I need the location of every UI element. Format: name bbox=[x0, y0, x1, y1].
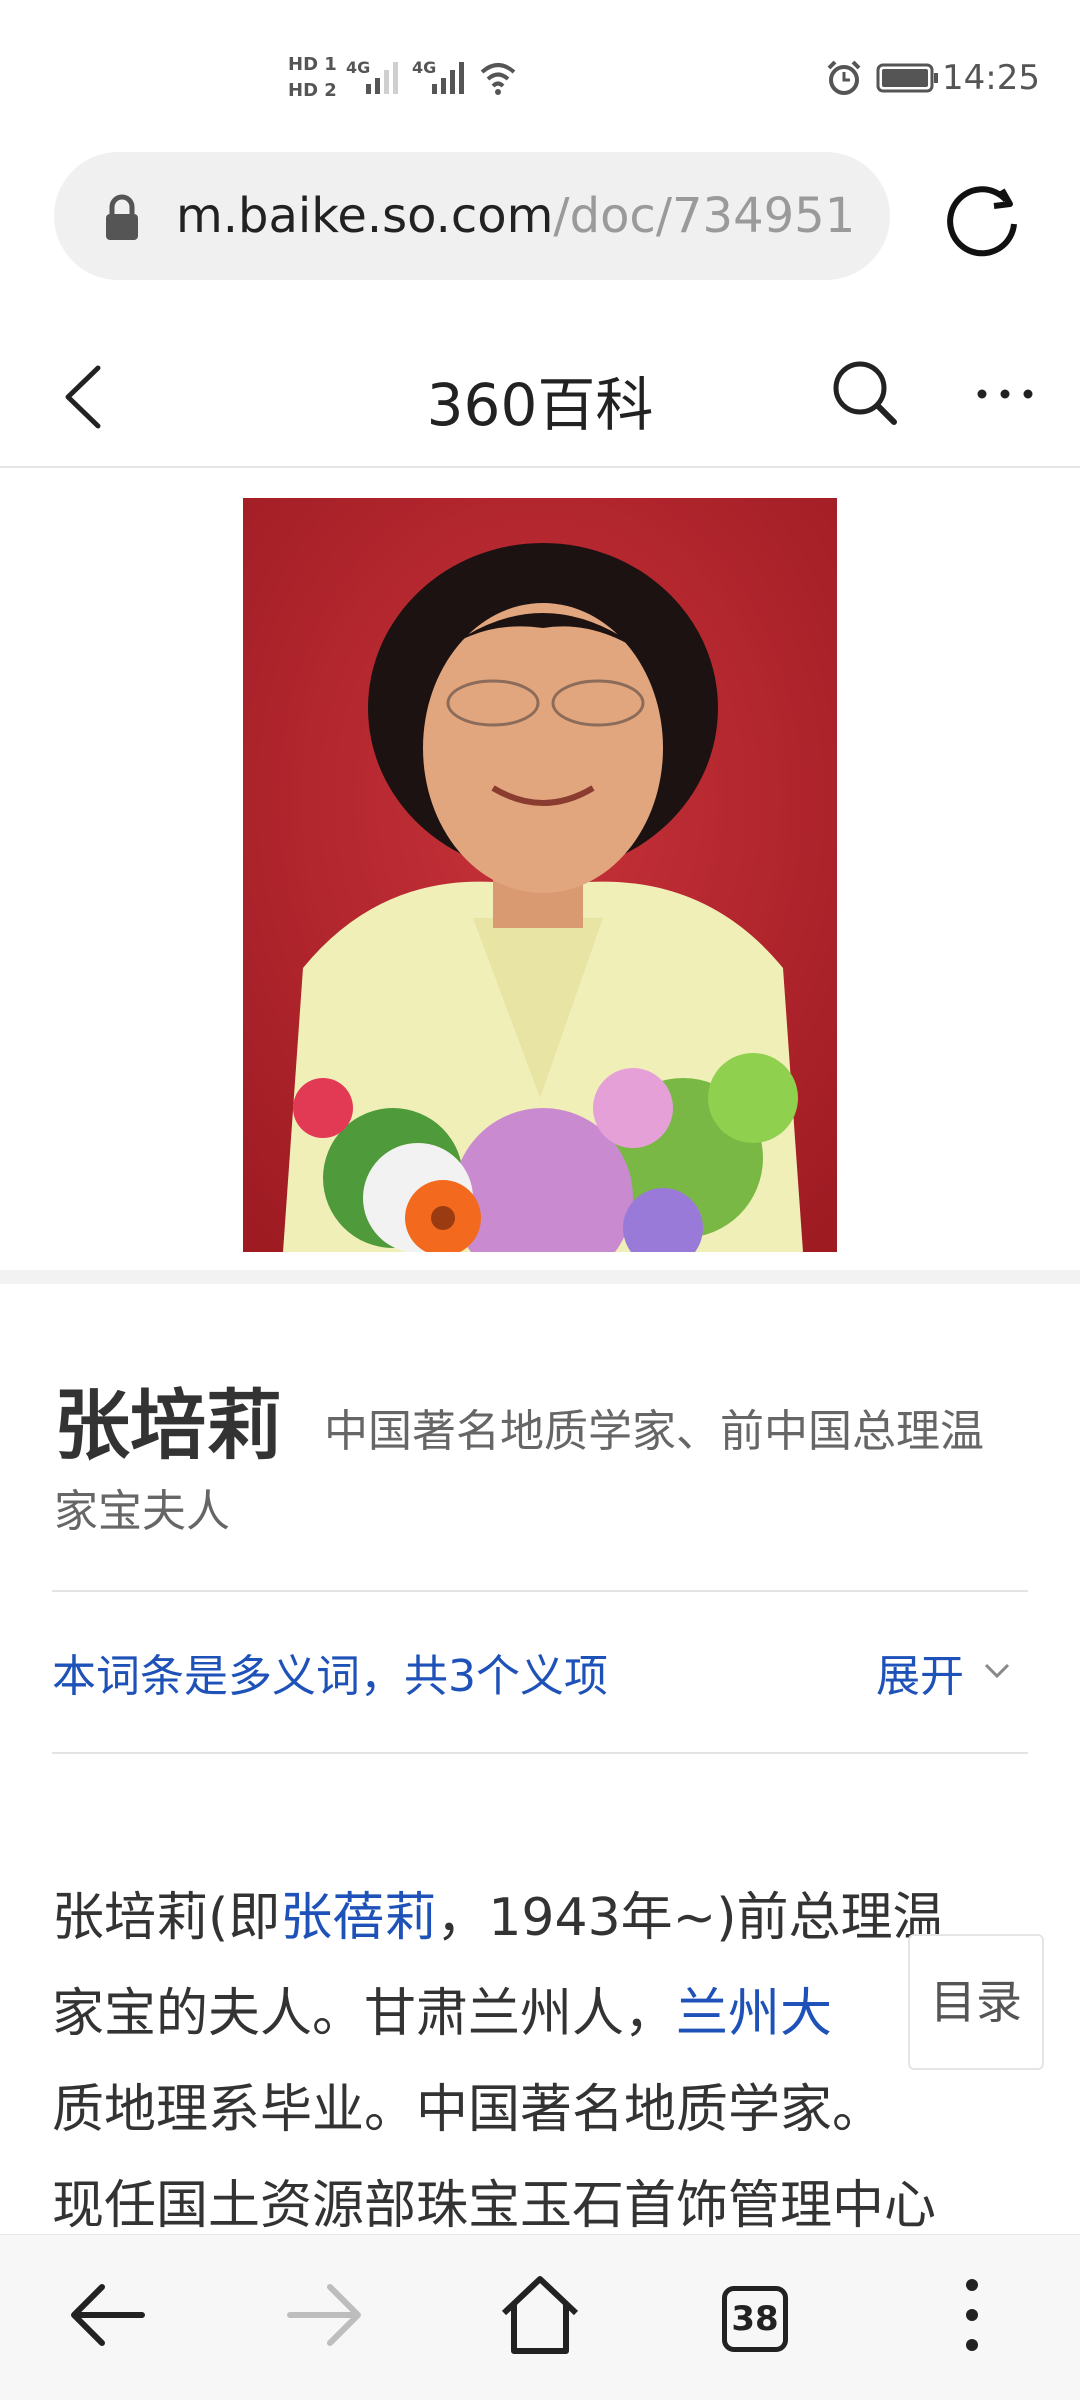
body-line: 质地理系毕业。中国著名地质学家。 bbox=[52, 2080, 885, 2140]
url-host: m.baike.so.com bbox=[176, 188, 554, 244]
reload-icon[interactable] bbox=[944, 180, 1024, 260]
toc-button[interactable]: 目录 bbox=[908, 1934, 1044, 2070]
bottom-nav-bar bbox=[0, 2234, 1080, 2400]
page-title: 360百科 bbox=[426, 371, 654, 439]
chevron-down-icon[interactable] bbox=[982, 1656, 1012, 1686]
section-separator bbox=[0, 1270, 1080, 1284]
alarm-icon bbox=[827, 60, 861, 95]
hd2-label: HD 2 bbox=[288, 80, 337, 101]
body-line: 张培莉(即张蓓莉，1943年~)前总理温 bbox=[52, 1870, 1032, 1966]
tabs-count-button[interactable]: 38 bbox=[722, 2286, 788, 2352]
body-text: 张培莉(即 bbox=[52, 1888, 281, 1948]
lock-icon bbox=[106, 194, 138, 240]
back-icon[interactable] bbox=[58, 2265, 158, 2365]
home-icon[interactable] bbox=[490, 2265, 590, 2365]
search-icon[interactable] bbox=[830, 358, 900, 428]
status-bar: HD 1 HD 2 4G 4G 14:25 bbox=[0, 0, 1080, 150]
more-icon[interactable] bbox=[974, 386, 1036, 402]
body-text: ，1943年~)前总理温 bbox=[436, 1888, 945, 1948]
body-text: 家宝的夫人。甘肃兰州人， bbox=[52, 1984, 677, 2044]
article-body: 张培莉(即张蓓莉，1943年~)前总理温 家宝的夫人。甘肃兰州人，兰州大 质地理… bbox=[52, 1870, 1032, 2254]
wifi-icon bbox=[480, 63, 516, 95]
menu-icon[interactable] bbox=[922, 2265, 1022, 2365]
divider bbox=[52, 1752, 1028, 1754]
url-text[interactable]: m.baike.so.com/doc/734951 bbox=[176, 188, 876, 244]
portrait-image[interactable] bbox=[243, 498, 837, 1252]
battery-icon bbox=[876, 63, 938, 93]
entry-description: 中国著名地质学家、前中国总理温家宝夫人 bbox=[54, 1406, 984, 1537]
body-line: 家宝的夫人。甘肃兰州人，兰州大 bbox=[52, 1966, 1032, 2062]
page-header: 360百科 bbox=[0, 318, 1080, 468]
signal-icon-1 bbox=[366, 60, 398, 94]
polysemy-notice[interactable]: 本词条是多义词，共3个义项 bbox=[52, 1640, 608, 1704]
address-bar[interactable]: m.baike.so.com/doc/734951 bbox=[54, 152, 890, 280]
forward-icon[interactable] bbox=[274, 2265, 374, 2365]
clock: 14:25 bbox=[942, 58, 1040, 98]
url-path: /doc/734951 bbox=[553, 188, 856, 244]
divider bbox=[52, 1590, 1028, 1592]
expand-button[interactable]: 展开 bbox=[876, 1640, 964, 1704]
link-zhang-beili[interactable]: 张蓓莉 bbox=[280, 1888, 436, 1948]
signal-icon-2 bbox=[432, 60, 464, 94]
hd1-label: HD 1 bbox=[288, 54, 337, 75]
link-lanzhou-university[interactable]: 兰州大 bbox=[676, 1984, 832, 2044]
hd-indicator: HD 1 HD 2 bbox=[288, 52, 337, 104]
